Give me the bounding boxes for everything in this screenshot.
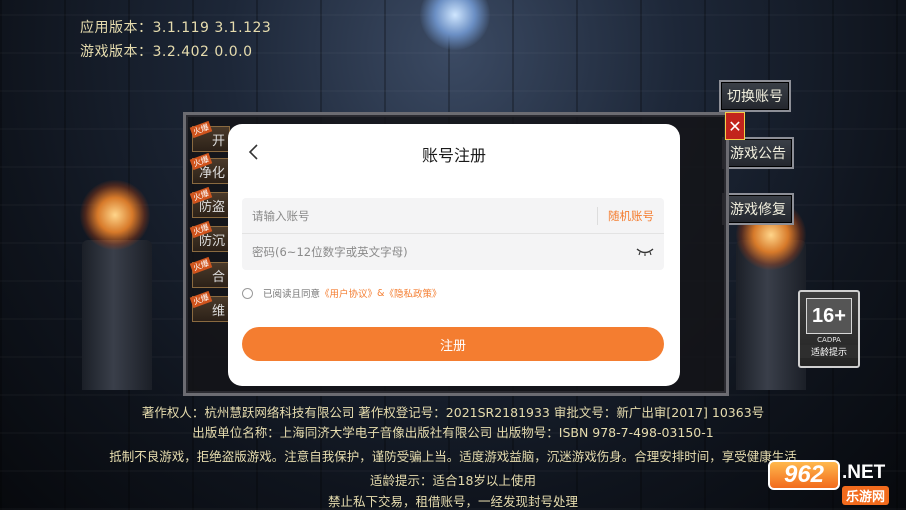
app-version: 应用版本：3.1.119 3.1.123: [80, 20, 272, 36]
footer-copyright: 著作权人：杭州慧跃网络科技有限公司 著作权登记号：2021SR2181933 审…: [141, 405, 765, 420]
side-item-2[interactable]: 火爆 防盗: [189, 186, 230, 218]
password-input[interactable]: 密码(6~12位数字或英文字母): [252, 244, 408, 260]
footer-publisher: 出版单位名称：上海同济大学电子音像出版社有限公司 出版物号：ISBN 978-7…: [192, 425, 714, 440]
side-item-label: 合: [211, 269, 225, 285]
privacy-policy-link[interactable]: 《隐私政策》: [384, 286, 441, 300]
modal-title: 账号注册: [421, 146, 486, 165]
account-input[interactable]: 请输入账号: [252, 208, 310, 224]
game-version: 游戏版本：3.2.402 0.0.0: [80, 44, 253, 60]
agree-prefix: 已阅读且同意: [263, 289, 321, 300]
agreement-row: 已阅读且同意 《用户协议》 & 《隐私政策》: [242, 286, 441, 300]
ceiling-lamp: [420, 0, 490, 50]
game-notice-button[interactable]: 游戏公告: [722, 137, 794, 169]
site-watermark-logo: 962 .NET 乐游网: [768, 460, 898, 506]
age-rating-badge[interactable]: 16+ CADPA 适龄提示: [798, 290, 860, 368]
side-item-1[interactable]: 火爆 净化: [189, 152, 230, 184]
cadpa-label: CADPA: [817, 336, 841, 344]
watermark-net: .NET: [842, 462, 886, 483]
agree-radio[interactable]: [242, 287, 253, 299]
eye-closed-icon[interactable]: [636, 247, 654, 257]
left-pillar: [82, 240, 152, 390]
panel-close-button[interactable]: ✕: [725, 112, 745, 140]
side-item-5[interactable]: 火爆 维: [189, 290, 230, 322]
age-tip-label: 适龄提示: [800, 345, 858, 358]
side-item-label: 维: [211, 303, 225, 319]
eye-closed-icon-svg: [636, 248, 654, 256]
watermark-cn: 乐游网: [842, 486, 890, 505]
password-field[interactable]: 密码(6~12位数字或英文字母): [242, 234, 664, 270]
age-rating-number: 16+: [806, 298, 852, 334]
side-item-4[interactable]: 火爆 合: [189, 256, 230, 288]
left-torch: [80, 180, 150, 250]
user-agreement-link[interactable]: 《用户协议》: [320, 286, 377, 300]
game-repair-button[interactable]: 游戏修复: [722, 193, 794, 225]
switch-account-button[interactable]: 切换账号: [719, 80, 791, 112]
watermark-number: 962: [768, 460, 840, 490]
random-account-button[interactable]: 随机账号: [597, 206, 654, 225]
register-form: 请输入账号 随机账号 密码(6~12位数字或英文字母): [242, 198, 664, 270]
side-item-label: 开: [211, 133, 225, 149]
side-item-3[interactable]: 火爆 防沉: [189, 220, 230, 252]
and-text: &: [377, 287, 385, 299]
side-item-0[interactable]: 火爆 开: [189, 120, 230, 152]
account-field[interactable]: 请输入账号 随机账号: [242, 198, 664, 234]
register-modal: 账号注册 请输入账号 随机账号 密码(6~12位数字或英文字母) 已阅读且同意 …: [228, 124, 680, 386]
register-button[interactable]: 注册: [242, 327, 664, 361]
